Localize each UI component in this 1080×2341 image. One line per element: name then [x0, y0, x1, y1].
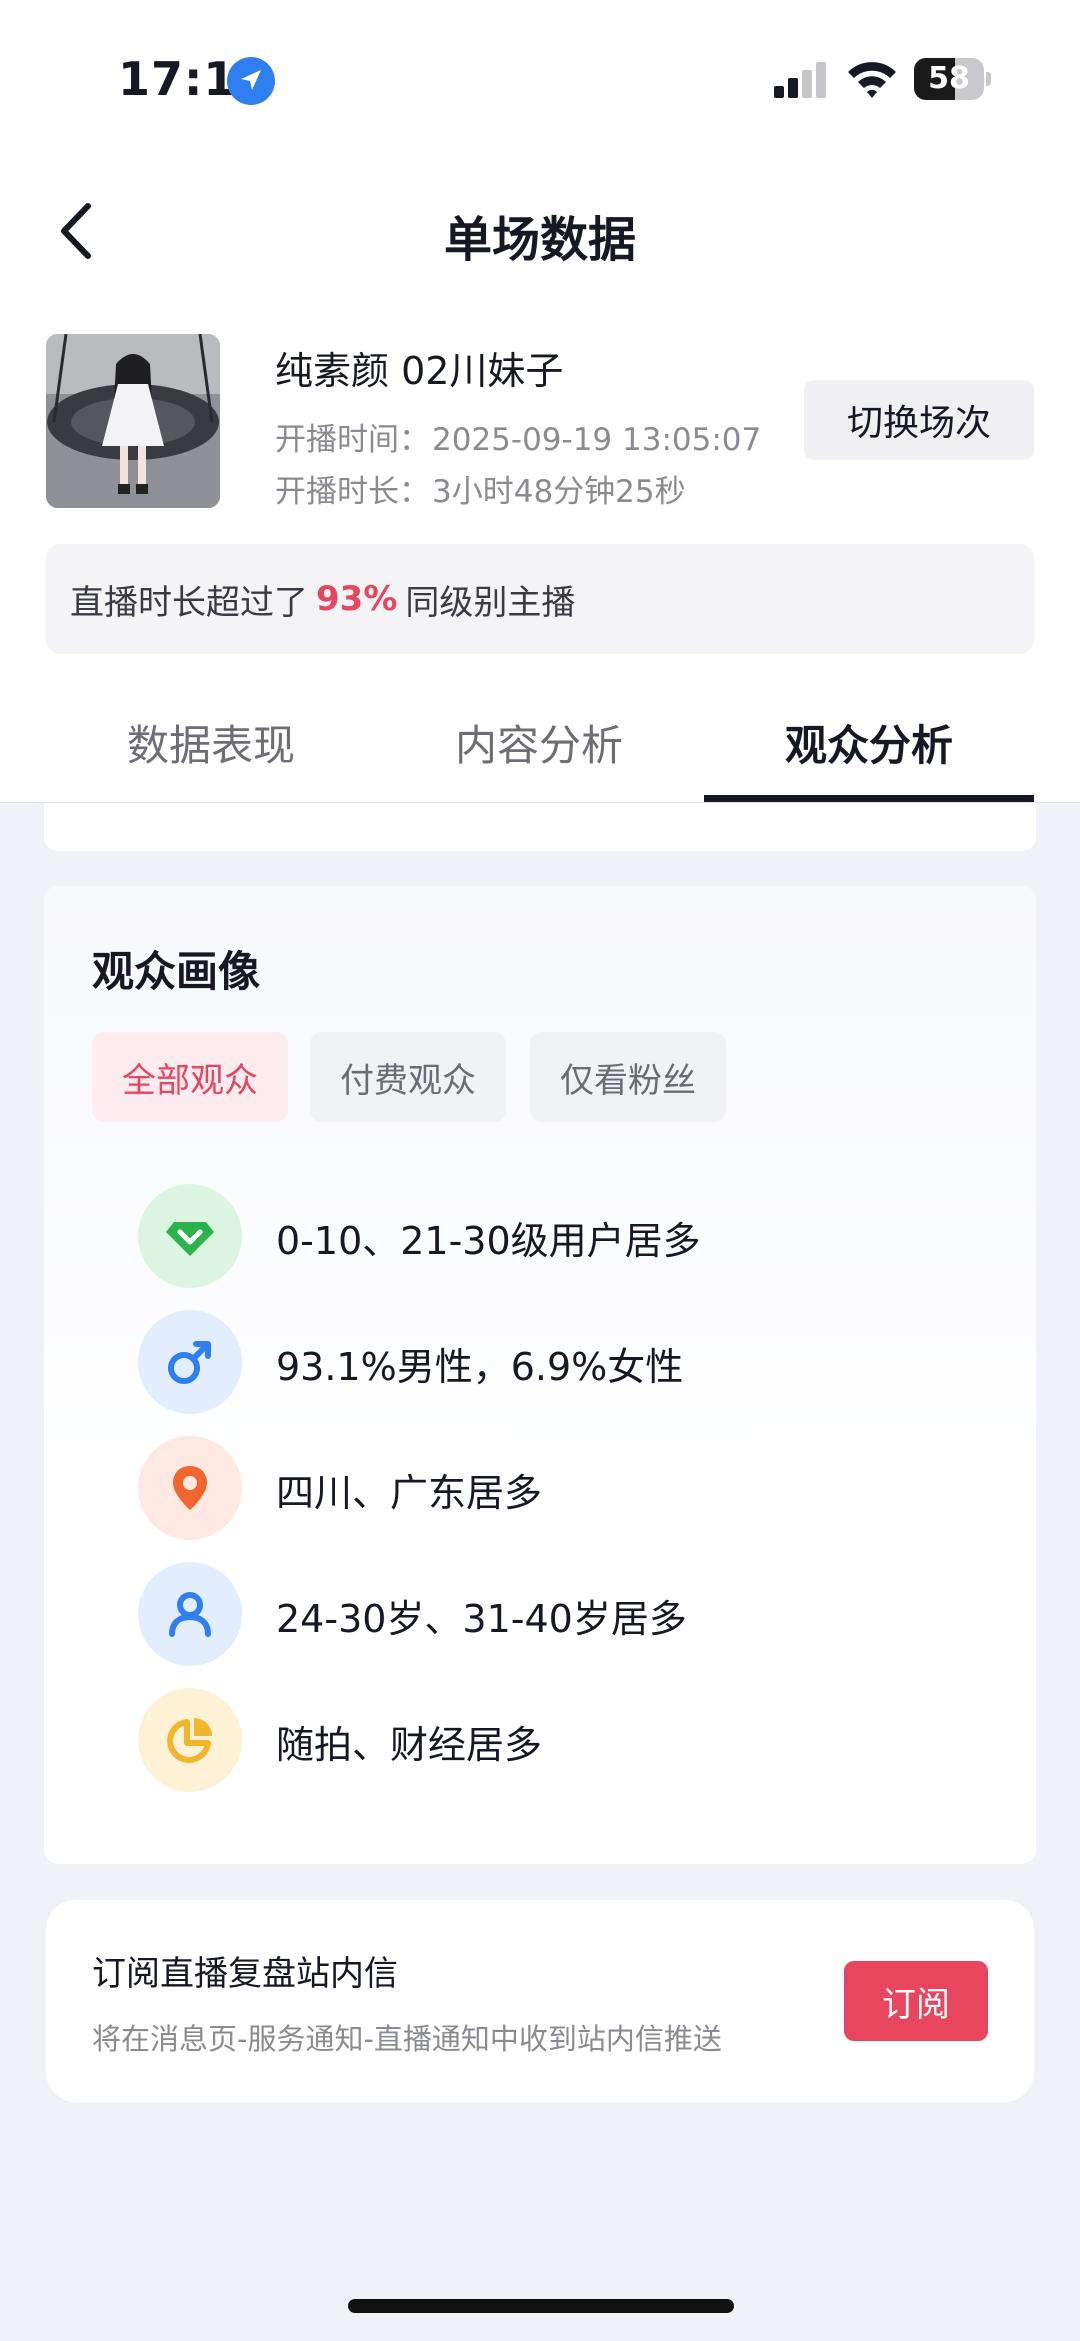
battery-icon: 58	[914, 58, 991, 100]
diamond-icon	[138, 1184, 242, 1288]
location-pin-icon	[138, 1436, 242, 1540]
audience-row-interest: 随拍、财经居多	[138, 1688, 998, 1792]
stream-duration: 开播时长：3小时48分钟25秒	[275, 466, 686, 511]
location-arrow-icon	[227, 57, 275, 105]
filter-paid-audience[interactable]: 付费观众	[310, 1032, 506, 1122]
audience-row-level: 0-10、21-30级用户居多	[138, 1184, 998, 1288]
tab-data-performance[interactable]: 数据表现	[46, 712, 376, 773]
switch-session-button[interactable]: 切换场次	[804, 380, 1034, 460]
male-icon	[138, 1310, 242, 1414]
previous-card-bottom	[44, 803, 1036, 851]
banner-percent: 93%	[316, 579, 398, 619]
page-title: 单场数据	[443, 212, 636, 268]
audience-row-region: 四川、广东居多	[138, 1436, 998, 1540]
tab-content-analysis[interactable]: 内容分析	[374, 712, 704, 773]
filter-all-audience[interactable]: 全部观众	[92, 1032, 288, 1122]
duration-rank-banner: 直播时长超过了 93% 同级别主播	[46, 544, 1034, 654]
duration-label: 开播时长：	[275, 474, 430, 510]
start-time-label: 开播时间：	[275, 422, 430, 458]
audience-profile-title: 观众画像	[92, 947, 261, 996]
battery-percent: 58	[928, 61, 970, 96]
subscribe-description: 将在消息页-服务通知-直播通知中收到站内信推送	[92, 2022, 722, 2056]
subscribe-card: 订阅直播复盘站内信 将在消息页-服务通知-直播通知中收到站内信推送 订阅	[46, 1900, 1034, 2102]
streamer-avatar[interactable]	[46, 334, 220, 508]
status-bar: 17:11 58	[0, 0, 1080, 140]
start-time-value: 2025-09-19 13:05:07	[432, 422, 762, 458]
audience-row-gender: 93.1%男性，6.9%女性	[138, 1310, 998, 1414]
audience-level-text: 0-10、21-30级用户居多	[276, 1219, 701, 1263]
audience-profile-card: 观众画像 全部观众 付费观众 仅看粉丝 0-10、21-30级用户居多 93.1…	[44, 886, 1036, 1864]
audience-gender-text: 93.1%男性，6.9%女性	[276, 1345, 684, 1389]
audience-interest-text: 随拍、财经居多	[276, 1723, 543, 1767]
active-tab-indicator	[704, 795, 1034, 802]
streamer-name: 纯素颜 02川妹子	[275, 349, 564, 393]
banner-prefix: 直播时长超过了	[70, 582, 308, 623]
duration-value: 3小时48分钟25秒	[432, 474, 686, 510]
subscribe-title: 订阅直播复盘站内信	[92, 1954, 398, 1994]
cellular-signal-icon	[774, 62, 826, 98]
banner-suffix: 同级别主播	[405, 582, 576, 623]
audience-row-age: 24-30岁、31-40岁居多	[138, 1562, 998, 1666]
home-indicator[interactable]	[348, 2299, 734, 2313]
audience-region-text: 四川、广东居多	[276, 1471, 543, 1515]
start-time: 开播时间：2025-09-19 13:05:07	[275, 414, 761, 459]
filter-fans-only[interactable]: 仅看粉丝	[530, 1032, 726, 1122]
audience-age-text: 24-30岁、31-40岁居多	[276, 1597, 687, 1641]
wifi-icon	[848, 62, 896, 98]
subscribe-button[interactable]: 订阅	[844, 1961, 988, 2041]
person-icon	[138, 1562, 242, 1666]
tab-audience-analysis[interactable]: 观众分析	[704, 712, 1034, 773]
pie-chart-icon	[138, 1688, 242, 1792]
